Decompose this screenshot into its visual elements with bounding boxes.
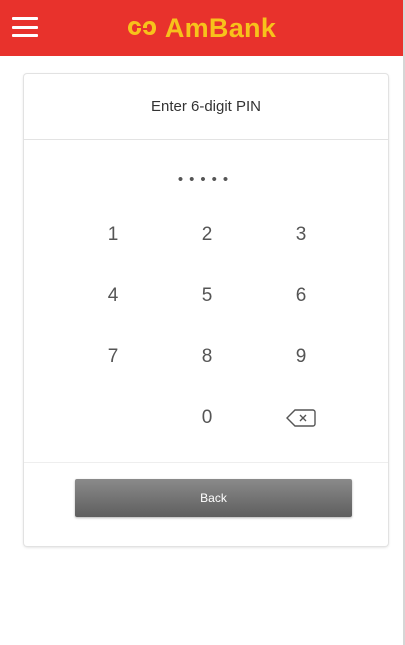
key-1[interactable]: 1: [66, 204, 160, 265]
brand-logo: AmBank: [127, 13, 276, 44]
ambank-logo-icon: [127, 21, 156, 35]
key-8[interactable]: 8: [160, 326, 254, 387]
key-2[interactable]: 2: [160, 204, 254, 265]
key-empty: [66, 387, 160, 448]
pin-card: Enter 6-digit PIN ••••• 1 2 3 4 5 6 7 8 …: [24, 74, 388, 546]
key-9[interactable]: 9: [254, 326, 348, 387]
brand-name: AmBank: [164, 12, 277, 43]
key-0[interactable]: 0: [160, 387, 254, 448]
back-button[interactable]: Back: [75, 479, 352, 517]
pin-entry-dots: •••••: [177, 171, 235, 188]
hamburger-menu-icon[interactable]: [12, 14, 38, 40]
numeric-keypad: 1 2 3 4 5 6 7 8 9 0: [66, 204, 348, 448]
pin-title: Enter 6-digit PIN: [24, 74, 388, 140]
key-5[interactable]: 5: [160, 265, 254, 326]
key-6[interactable]: 6: [254, 265, 348, 326]
key-4[interactable]: 4: [66, 265, 160, 326]
key-3[interactable]: 3: [254, 204, 348, 265]
app-screen: AmBank Enter 6-digit PIN ••••• 1 2 3 4 5…: [0, 0, 405, 645]
key-7[interactable]: 7: [66, 326, 160, 387]
backspace-icon: [286, 408, 316, 427]
top-bar: AmBank: [0, 0, 403, 56]
back-divider: [24, 462, 388, 463]
backspace-button[interactable]: [254, 387, 348, 448]
